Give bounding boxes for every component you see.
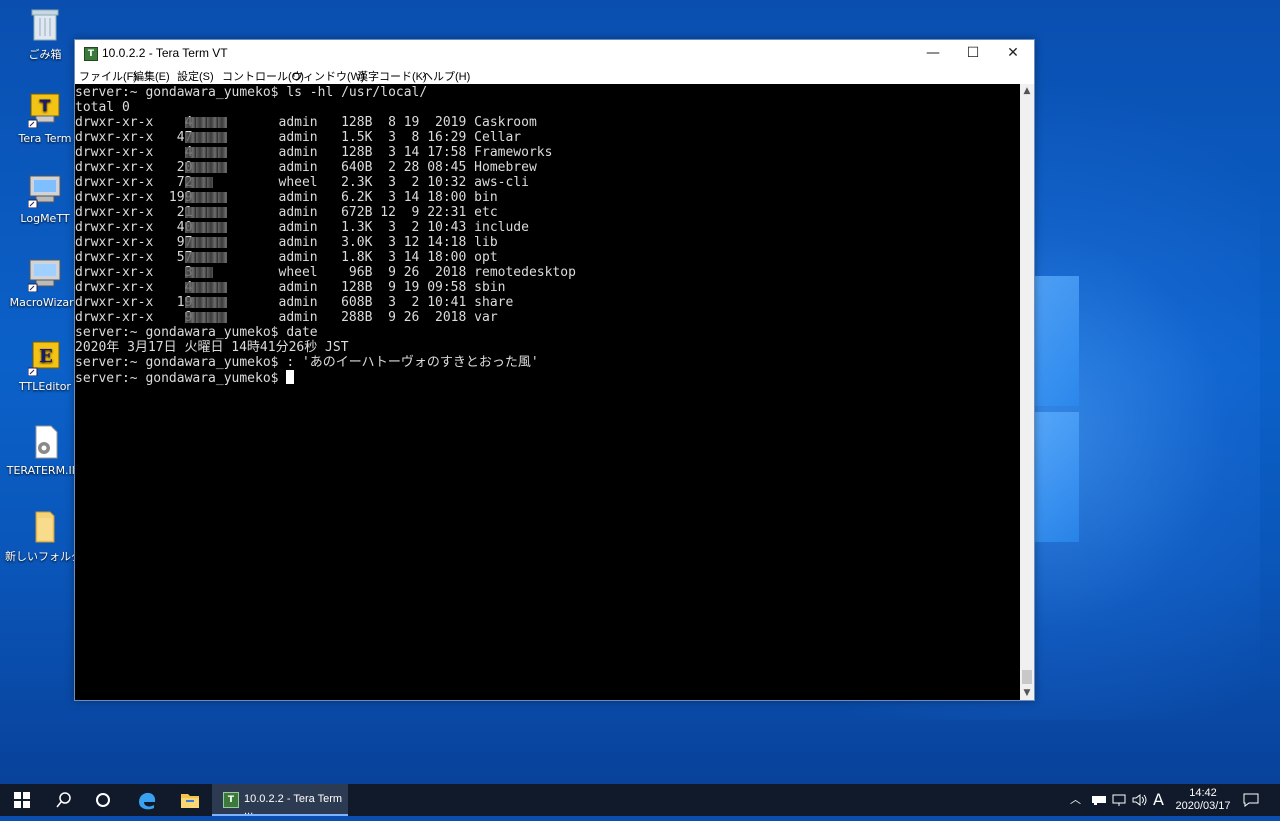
folder-icon bbox=[28, 508, 62, 544]
macrowizard-icon bbox=[27, 256, 62, 293]
clock-time: 14:42 bbox=[1189, 787, 1217, 799]
terminal-line: total 0 bbox=[75, 100, 130, 115]
redacted-owner bbox=[185, 282, 227, 293]
logmett-icon bbox=[27, 172, 62, 209]
teraterm-window[interactable]: T 10.0.2.2 - Tera Term VT — ☐ ✕ ファイル(F) … bbox=[74, 39, 1035, 701]
redacted-owner bbox=[185, 267, 213, 278]
terminal-line: drwxr-xr-x 9 admin 288B 9 26 2018 var bbox=[75, 310, 498, 325]
edge-icon[interactable] bbox=[126, 784, 168, 816]
terminal-line: drwxr-xr-x 4 admin 128B 3 14 17:58 Frame… bbox=[75, 145, 553, 160]
start-icon[interactable] bbox=[0, 784, 44, 816]
svg-text:T: T bbox=[40, 96, 51, 115]
desktop-icon-teraterm[interactable]: T Tera Term bbox=[13, 92, 77, 145]
terminal-line: server:~ gondawara_yumeko$ ls -hl /usr/l… bbox=[75, 85, 428, 100]
desktop-icon-label: ごみ箱 bbox=[28, 48, 62, 61]
terminal-line: drwxr-xr-x 19 admin 608B 3 2 10:41 share bbox=[75, 295, 514, 310]
terminal-scrollbar[interactable]: ▲ ▼ bbox=[1020, 84, 1034, 700]
taskbar-teraterm-button[interactable]: T 10.0.2.2 - Tera Term ... bbox=[212, 784, 348, 817]
desktop-icon-label: TERATERM.INI bbox=[6, 464, 84, 477]
teraterm-app-icon[interactable]: T bbox=[84, 47, 98, 61]
window-title: 10.0.2.2 - Tera Term VT bbox=[102, 46, 228, 60]
notification-center-icon[interactable] bbox=[1243, 784, 1259, 816]
taskbar: T 10.0.2.2 - Tera Term ... ︿ A 14:42 202… bbox=[0, 784, 1280, 817]
terminal-screen[interactable]: server:~ gondawara_yumeko$ ls -hl /usr/l… bbox=[75, 84, 1020, 700]
menu-kanji-code[interactable]: 漢字コード(K) bbox=[357, 68, 427, 84]
redacted-owner bbox=[185, 117, 227, 128]
redacted-owner bbox=[185, 162, 227, 173]
terminal-prompt: server:~ gondawara_yumeko$ bbox=[75, 371, 287, 386]
redacted-owner bbox=[185, 252, 227, 263]
terminal-line: drwxr-xr-x 20 admin 640B 2 28 08:45 Home… bbox=[75, 160, 537, 175]
redacted-owner bbox=[185, 222, 227, 233]
desktop-icon-label: MacroWizard bbox=[9, 296, 81, 309]
desktop-icon-recycle-bin[interactable]: ごみ箱 bbox=[13, 6, 77, 62]
show-hidden-icons-chevron-icon[interactable]: ︿ bbox=[1070, 784, 1081, 816]
maximize-button[interactable]: ☐ bbox=[953, 40, 993, 66]
terminal-line: server:~ gondawara_yumeko$ date bbox=[75, 325, 318, 340]
terminal-line: server:~ gondawara_yumeko$ : 'あのイーハトーヴォの… bbox=[75, 355, 539, 370]
menu-bar: ファイル(F) 編集(E) 設定(S) コントロール(O) ウィンドウ(W) 漢… bbox=[75, 66, 1034, 83]
terminal-line: drwxr-xr-x 72 wheel 2.3K 3 2 10:32 aws-c… bbox=[75, 175, 529, 190]
ime-indicator[interactable]: A bbox=[1153, 784, 1164, 816]
desktop-icon-label: 新しいフォルダー bbox=[5, 550, 93, 563]
desktop-icon-macrowizard[interactable]: MacroWizard bbox=[10, 256, 80, 309]
terminal-line: drwxr-xr-x 4 admin 128B 9 19 09:58 sbin bbox=[75, 280, 506, 295]
teraterm-taskbar-icon: T bbox=[223, 792, 239, 808]
terminal-line: drwxr-xr-x 57 admin 1.8K 3 14 18:00 opt bbox=[75, 250, 498, 265]
terminal-line: drwxr-xr-x 21 admin 672B 12 9 22:31 etc bbox=[75, 205, 498, 220]
scroll-thumb[interactable] bbox=[1022, 670, 1032, 684]
volume-icon[interactable] bbox=[1132, 784, 1148, 816]
wallpaper-logo-pane bbox=[1035, 276, 1079, 406]
desktop-icon-label: Tera Term bbox=[18, 132, 72, 145]
task-view-icon[interactable] bbox=[84, 784, 122, 816]
redacted-owner bbox=[185, 207, 227, 218]
window-titlebar[interactable]: T 10.0.2.2 - Tera Term VT — ☐ ✕ bbox=[75, 40, 1034, 66]
desktop-icon-logmett[interactable]: LogMeTT bbox=[13, 172, 77, 225]
taskbar-app-label: 10.0.2.2 - Tera Term ... bbox=[244, 793, 343, 817]
terminal-line: drwxr-xr-x 4 admin 128B 8 19 2019 Caskro… bbox=[75, 115, 537, 130]
terminal-line: drwxr-xr-x 199 admin 6.2K 3 14 18:00 bin bbox=[75, 190, 498, 205]
scroll-up-arrow-icon[interactable]: ▲ bbox=[1020, 84, 1034, 98]
close-button[interactable]: ✕ bbox=[993, 40, 1033, 66]
terminal-cursor bbox=[286, 370, 295, 384]
terminal-line: drwxr-xr-x 3 wheel 96B 9 26 2018 remoted… bbox=[75, 265, 576, 280]
ini-file-icon bbox=[28, 424, 62, 460]
menu-help[interactable]: ヘルプ(H) bbox=[422, 68, 470, 84]
redacted-owner bbox=[185, 147, 227, 158]
terminal-line: drwxr-xr-x 47 admin 1.5K 3 8 16:29 Cella… bbox=[75, 130, 522, 145]
redacted-owner bbox=[185, 312, 227, 323]
redacted-owner bbox=[185, 237, 227, 248]
network-device-icon[interactable] bbox=[1092, 784, 1106, 816]
scroll-down-arrow-icon[interactable]: ▼ bbox=[1020, 686, 1034, 700]
svg-text:E: E bbox=[39, 346, 53, 367]
clock-date: 2020/03/17 bbox=[1175, 800, 1231, 812]
desktop-icon-new-folder[interactable]: 新しいフォルダー bbox=[5, 508, 93, 564]
redacted-owner bbox=[185, 297, 227, 308]
file-explorer-icon[interactable] bbox=[170, 784, 210, 816]
terminal-line: drwxr-xr-x 97 admin 3.0K 3 12 14:18 lib bbox=[75, 235, 498, 250]
minimize-button[interactable]: — bbox=[913, 40, 953, 66]
terminal-line: drwxr-xr-x 40 admin 1.3K 3 2 10:43 inclu… bbox=[75, 220, 529, 235]
redacted-owner bbox=[185, 177, 213, 188]
desktop-icon-label: TTLEditor bbox=[19, 380, 71, 393]
ttleditor-icon: E bbox=[27, 340, 62, 377]
recycle-bin-icon bbox=[28, 6, 62, 42]
wallpaper-logo-pane bbox=[1035, 412, 1079, 542]
terminal-line: 2020年 3月17日 火曜日 14時41分26秒 JST bbox=[75, 340, 349, 355]
taskbar-clock[interactable]: 14:42 2020/03/17 bbox=[1168, 787, 1238, 813]
network-icon[interactable] bbox=[1112, 784, 1126, 816]
desktop-icon-ttleditor[interactable]: E TTLEditor bbox=[13, 340, 77, 393]
redacted-owner bbox=[185, 192, 227, 203]
menu-window[interactable]: ウィンドウ(W) bbox=[292, 68, 365, 84]
terminal-prompt-line: server:~ gondawara_yumeko$ bbox=[75, 370, 295, 386]
search-icon[interactable] bbox=[44, 784, 84, 816]
desktop-icon-label: LogMeTT bbox=[20, 212, 70, 225]
redacted-owner bbox=[185, 132, 227, 143]
menu-edit[interactable]: 編集(E) bbox=[133, 68, 170, 84]
teraterm-icon: T bbox=[27, 92, 62, 129]
menu-file[interactable]: ファイル(F) bbox=[79, 68, 137, 84]
desktop-icon-teraterm-ini[interactable]: TERATERM.INI bbox=[7, 424, 83, 477]
menu-setup[interactable]: 設定(S) bbox=[177, 68, 214, 84]
